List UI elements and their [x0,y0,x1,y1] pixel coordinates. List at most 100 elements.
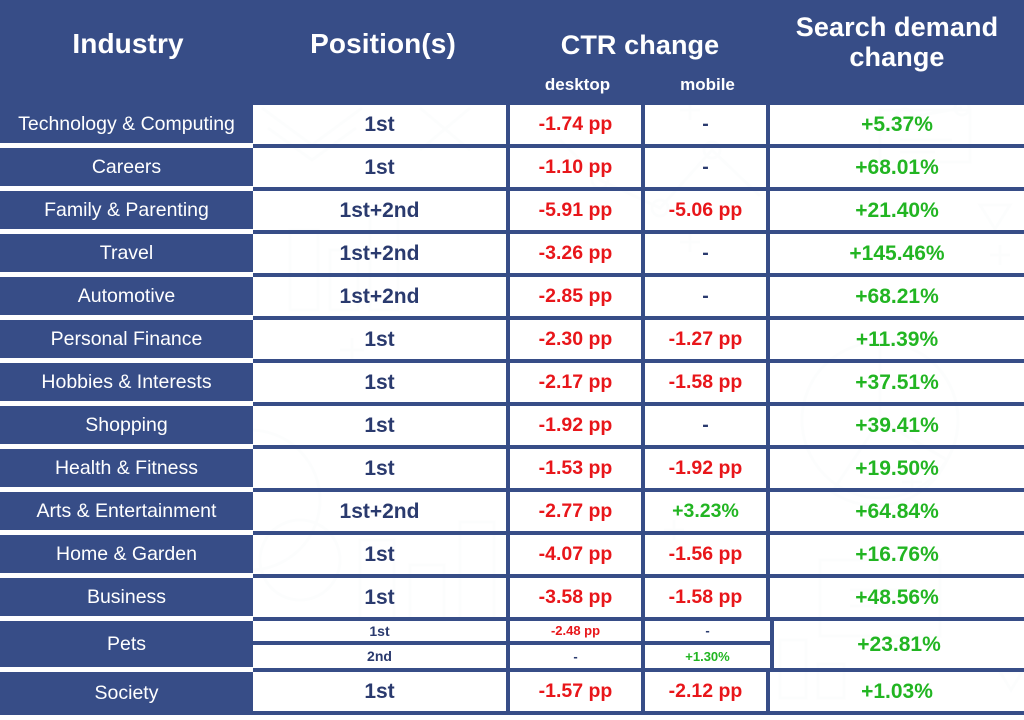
cell-positions: 1st [253,672,510,711]
table-row: Automotive 1st+2nd -2.85 pp - +68.21% [0,277,1024,320]
cell-search-demand: +11.39% [770,320,1024,359]
cell-positions: 1st [253,449,510,488]
table-row: Arts & Entertainment 1st+2nd -2.77 pp +3.23… [0,492,1024,535]
cell-industry: Home & Garden [0,535,253,578]
cell-positions: 1st+2nd [253,191,510,230]
table-row: Personal Finance 1st -2.30 pp -1.27 pp +11.3… [0,320,1024,363]
cell-industry: Automotive [0,277,253,320]
cell-industry: Shopping [0,406,253,449]
cell-search-demand: +48.56% [770,578,1024,617]
cell-industry: Personal Finance [0,320,253,363]
table-row: Business 1st -3.58 pp -1.58 pp +48.56% [0,578,1024,621]
cell-ctr-mobile: - [645,234,770,273]
cell-industry: Society [0,672,253,715]
cell-ctr-mobile: +3.23% [645,492,770,531]
row-data-area: 1st -4.07 pp -1.56 pp +16.76% [253,535,1024,578]
cell-search-demand: +68.01% [770,148,1024,187]
row-data-area: 1st+2nd -5.91 pp -5.06 pp +21.40% [253,191,1024,234]
split-subrows: 1st -2.48 pp -2nd - +1.30% [253,621,774,668]
table-row: Careers 1st -1.10 pp - +68.01% [0,148,1024,191]
cell-ctr-desktop: -1.74 pp [510,105,645,144]
header-search-demand-change: Search demand change [795,12,999,73]
cell-ctr-mobile: - [645,621,770,641]
cell-ctr-desktop: -2.17 pp [510,363,645,402]
cell-positions: 1st [253,535,510,574]
row-data-area: 1st+2nd -2.77 pp +3.23% +64.84% [253,492,1024,535]
cell-positions: 1st+2nd [253,234,510,273]
header-ctr-mobile: mobile [680,75,735,94]
cell-industry: Family & Parenting [0,191,253,234]
cell-ctr-desktop: -1.53 pp [510,449,645,488]
cell-ctr-mobile: -5.06 pp [645,191,770,230]
cell-industry: Hobbies & Interests [0,363,253,406]
cell-positions: 1st [253,578,510,617]
cell-industry: Travel [0,234,253,277]
table-row: Health & Fitness 1st -1.53 pp -1.92 pp +19.5… [0,449,1024,492]
cell-ctr-mobile: -1.92 pp [645,449,770,488]
table-subrow: 2nd - +1.30% [253,644,770,668]
header-ctr-change: CTR change [560,30,720,60]
header-positions: Position(s) [310,28,456,59]
cell-ctr-mobile: +1.30% [645,644,770,668]
cell-ctr-desktop: -1.92 pp [510,406,645,445]
cell-ctr-desktop: -5.91 pp [510,191,645,230]
row-data-area: 1st -1.74 pp - +5.37% [253,105,1024,148]
header-ctr-desktop: desktop [544,75,611,94]
cell-industry: Health & Fitness [0,449,253,492]
cell-positions: 1st [253,105,510,144]
table-row: Travel 1st+2nd -3.26 pp - +145.46% [0,234,1024,277]
cell-industry: Business [0,578,253,621]
cell-positions: 1st [253,363,510,402]
cell-positions: 1st [253,148,510,187]
cell-ctr-desktop: -2.85 pp [510,277,645,316]
cell-positions: 2nd [253,644,510,668]
cell-positions: 1st+2nd [253,492,510,531]
industry-metrics-table: Industry Position(s) CTR change Search d… [0,0,1024,715]
cell-ctr-desktop: -2.30 pp [510,320,645,359]
cell-ctr-desktop: -3.26 pp [510,234,645,273]
cell-ctr-desktop: -1.10 pp [510,148,645,187]
row-data-area: 1st -1.53 pp -1.92 pp +19.50% [253,449,1024,492]
table-row: Hobbies & Interests 1st -2.17 pp -1.58 pp +3… [0,363,1024,406]
cell-ctr-desktop: - [510,644,645,668]
row-data-area: 1st -2.30 pp -1.27 pp +11.39% [253,320,1024,363]
cell-industry: Pets [0,621,253,672]
row-data-area: 1st -1.57 pp -2.12 pp +1.03% [253,672,1024,715]
table-row: Family & Parenting 1st+2nd -5.91 pp -5.06 p… [0,191,1024,234]
cell-search-demand: +39.41% [770,406,1024,445]
cell-search-demand: +37.51% [770,363,1024,402]
cell-ctr-mobile: - [645,277,770,316]
table-header: Industry Position(s) CTR change Search d… [0,0,1024,105]
cell-positions: 1st [253,320,510,359]
cell-positions: 1st [253,406,510,445]
cell-search-demand: +68.21% [770,277,1024,316]
table-row: Shopping 1st -1.92 pp - +39.41% [0,406,1024,449]
cell-ctr-desktop: -2.48 pp [510,621,645,641]
cell-industry: Arts & Entertainment [0,492,253,535]
cell-ctr-desktop: -2.77 pp [510,492,645,531]
row-data-area: 1st -1.10 pp - +68.01% [253,148,1024,191]
cell-positions: 1st [253,621,510,641]
table-subrow: 1st -2.48 pp - [253,621,770,645]
row-data-area: 1st -2.17 pp -1.58 pp +37.51% [253,363,1024,406]
cell-ctr-mobile: -2.12 pp [645,672,770,711]
row-data-area: 1st -2.48 pp -2nd - +1.30% +23.81% [253,621,1024,672]
row-data-area: 1st -1.92 pp - +39.41% [253,406,1024,449]
cell-ctr-desktop: -3.58 pp [510,578,645,617]
table-row: Technology & Computing 1st -1.74 pp - +5.37% [0,105,1024,148]
cell-ctr-desktop: -4.07 pp [510,535,645,574]
cell-search-demand: +19.50% [770,449,1024,488]
cell-positions: 1st+2nd [253,277,510,316]
cell-search-demand: +21.40% [770,191,1024,230]
cell-ctr-mobile: -1.58 pp [645,363,770,402]
cell-ctr-mobile: -1.56 pp [645,535,770,574]
header-industry: Industry [72,28,184,59]
cell-ctr-mobile: - [645,105,770,144]
cell-ctr-mobile: - [645,406,770,445]
table-row: Society 1st -1.57 pp -2.12 pp +1.03% [0,672,1024,715]
cell-search-demand: +23.81% [774,621,1024,668]
cell-industry: Technology & Computing [0,105,253,148]
table-row: Home & Garden 1st -4.07 pp -1.56 pp +16.76% [0,535,1024,578]
table-row-split: Pets 1st -2.48 pp -2nd - +1.30% +23.81% [0,621,1024,672]
cell-ctr-mobile: - [645,148,770,187]
